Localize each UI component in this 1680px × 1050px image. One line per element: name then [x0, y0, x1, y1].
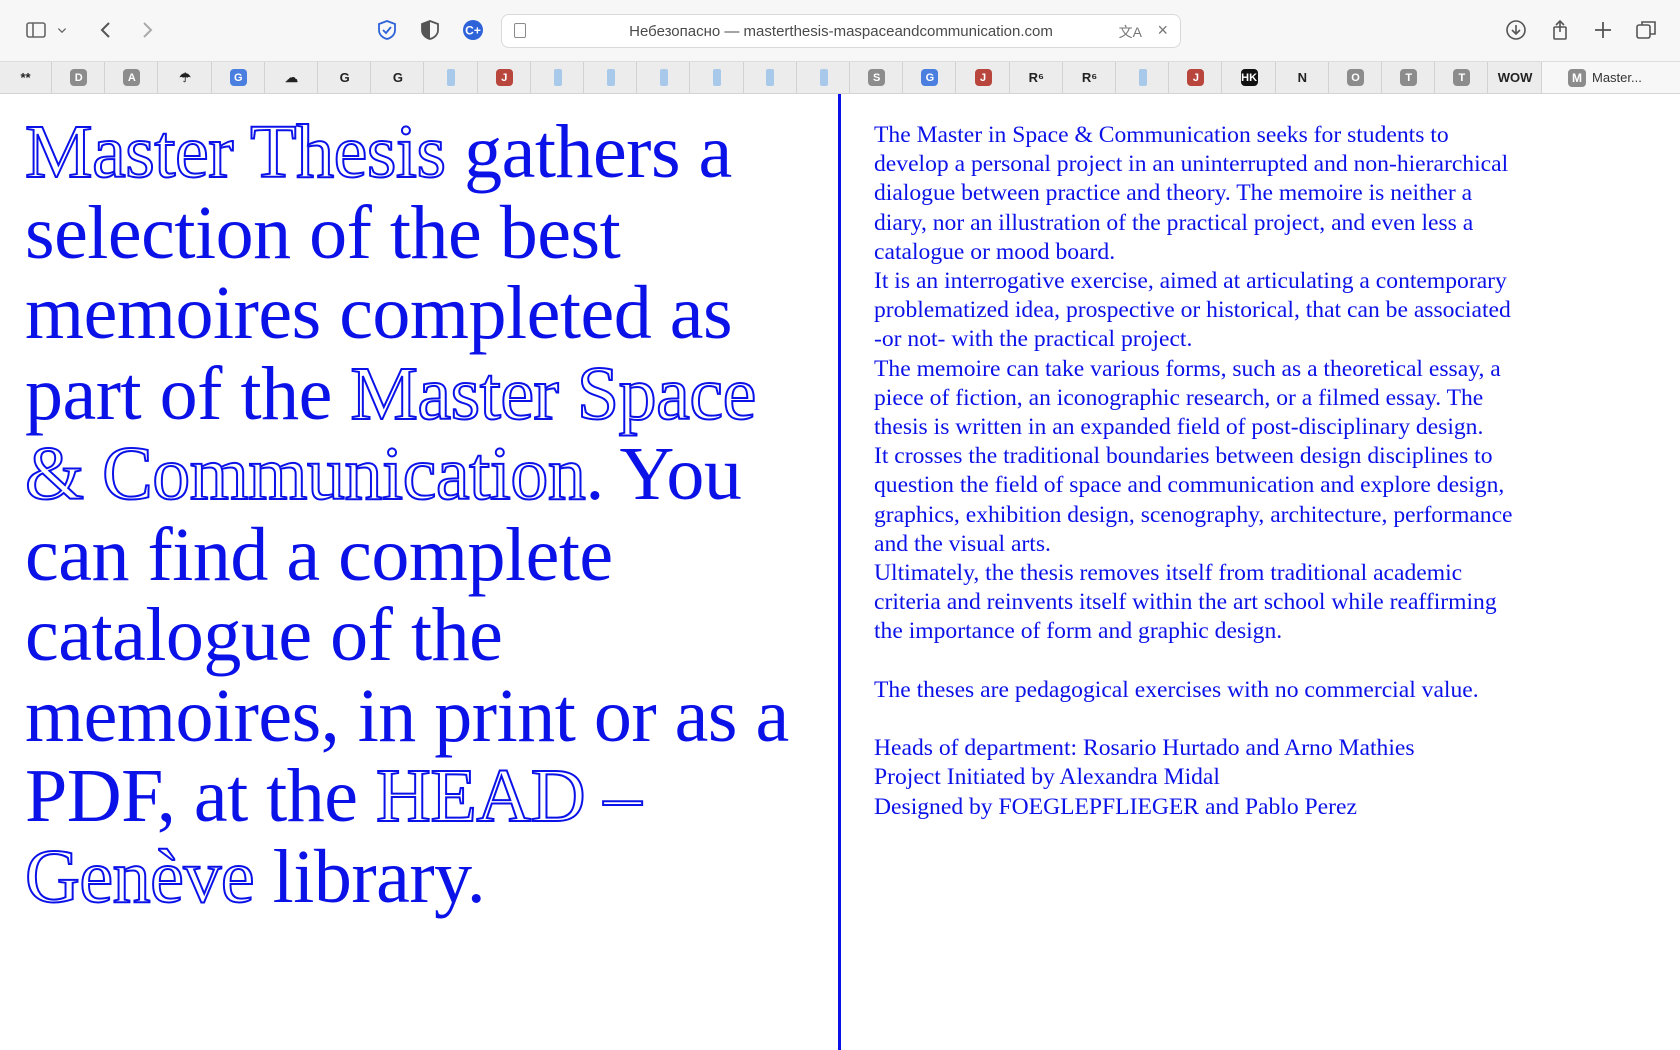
favorite-icon: D: [70, 69, 88, 86]
favorite-icon: R⁶: [1081, 70, 1098, 85]
favorite-icon: G: [392, 70, 403, 85]
intro-statement: Master Thesis gathers a selection of the…: [24, 110, 825, 919]
favorite-item[interactable]: J: [479, 62, 531, 93]
new-tab-icon[interactable]: [1589, 16, 1617, 44]
favorite-icon: T: [1453, 69, 1471, 86]
favorite-item[interactable]: J: [958, 62, 1010, 93]
favorite-icon: [766, 69, 775, 86]
favorite-item[interactable]: G: [213, 62, 265, 93]
address-text: Небезопасно — masterthesis-maspaceandcom…: [629, 22, 1053, 40]
favorite-icon: J: [974, 69, 992, 86]
shield-check-icon[interactable]: [373, 16, 401, 44]
favorite-item[interactable]: T: [1436, 62, 1489, 93]
chevron-down-icon[interactable]: [54, 16, 70, 44]
favorites-bar: ** D A ☂ G ☁ G G J S G J R⁶ R⁶ J HK N O T T WOW M Master...: [0, 62, 1680, 94]
favorite-icon: O: [1347, 69, 1364, 86]
close-icon[interactable]: ×: [1157, 20, 1168, 41]
favorite-icon: [819, 69, 828, 86]
credit-line: Designed by FOEGLEPFLIEGER and Pablo Per…: [874, 793, 1357, 820]
favorite-icon: G: [921, 69, 939, 86]
favorite-item[interactable]: N: [1277, 62, 1329, 93]
favorite-item[interactable]: [745, 62, 797, 93]
page-icon: [514, 23, 526, 38]
favorite-item[interactable]: S: [851, 62, 904, 93]
favorite-icon: T: [1400, 69, 1418, 86]
favorite-item[interactable]: WOW: [1490, 62, 1542, 93]
description-column: The Master in Space & Communication seek…: [874, 121, 1524, 822]
favorite-item[interactable]: T: [1383, 62, 1436, 93]
favorite-item[interactable]: HK: [1224, 62, 1276, 93]
favorite-icon: ☁: [285, 69, 298, 85]
favorite-item[interactable]: **: [0, 62, 52, 93]
forward-icon[interactable]: [133, 16, 161, 44]
favorite-icon: J: [1187, 69, 1205, 86]
tab-label: Master...: [1592, 70, 1642, 85]
download-icon[interactable]: [1502, 16, 1530, 44]
favorite-item[interactable]: R⁶: [1064, 62, 1116, 93]
translate-icon[interactable]: 文A: [1119, 22, 1142, 42]
column-divider: [838, 94, 841, 1050]
favorite-item[interactable]: [638, 62, 691, 93]
favorite-icon: [713, 69, 722, 86]
disclaimer-paragraph: The theses are pedagogical exercises wit…: [874, 676, 1479, 703]
tab-active[interactable]: M Master...: [1542, 62, 1680, 93]
extension-c-icon[interactable]: C+: [459, 16, 487, 44]
favorite-icon: A: [123, 69, 141, 86]
share-icon[interactable]: [1546, 16, 1574, 44]
favorite-item[interactable]: ☂: [160, 62, 212, 93]
favorite-item[interactable]: D: [53, 62, 106, 93]
favorite-item[interactable]: ☁: [266, 62, 318, 93]
favorite-item[interactable]: A: [106, 62, 159, 93]
favorite-item[interactable]: R⁶: [1011, 62, 1063, 93]
favorite-icon: [447, 69, 456, 86]
favorite-item[interactable]: [426, 62, 478, 93]
favorite-icon: R⁶: [1028, 70, 1044, 85]
favorite-item[interactable]: G: [904, 62, 957, 93]
description-paragraph: Ultimately, the thesis removes itself fr…: [874, 560, 1497, 645]
intro-title-outline: Master Thesis: [24, 110, 447, 194]
favorite-item[interactable]: [1117, 62, 1170, 93]
tab-favicon-icon: M: [1568, 68, 1586, 87]
favorite-item[interactable]: [532, 62, 584, 93]
tab-overview-icon[interactable]: [1632, 16, 1660, 44]
favorite-item[interactable]: G: [372, 62, 425, 93]
description-paragraph: The Master in Space & Communication seek…: [874, 122, 1509, 265]
favorite-icon: [1138, 69, 1147, 86]
favorite-icon: **: [20, 70, 31, 85]
favorite-item[interactable]: G: [319, 62, 372, 93]
favorite-icon: N: [1297, 70, 1307, 85]
description-paragraph: It is an interrogative exercise, aimed a…: [874, 268, 1511, 353]
favorite-icon: [606, 69, 615, 86]
back-icon[interactable]: [92, 16, 120, 44]
half-shield-icon[interactable]: [416, 16, 444, 44]
browser-toolbar: C+ Небезопасно — masterthesis-maspaceand…: [0, 0, 1680, 62]
address-bar[interactable]: Небезопасно — masterthesis-maspaceandcom…: [501, 14, 1181, 48]
favorite-item[interactable]: [798, 62, 850, 93]
intro-text: library.: [254, 834, 486, 919]
favorite-icon: J: [495, 69, 513, 86]
favorite-item[interactable]: [692, 62, 744, 93]
credit-line: Heads of department: Rosario Hurtado and…: [874, 735, 1415, 762]
favorite-icon: WOW: [1497, 70, 1533, 85]
favorite-icon: [553, 69, 562, 86]
favorite-item[interactable]: [585, 62, 638, 93]
sidebar-toggle-icon[interactable]: [22, 16, 50, 44]
credit-line: Project Initiated by Alexandra Midal: [874, 764, 1220, 791]
description-paragraph: The memoire can take various forms, such…: [874, 355, 1501, 441]
favorite-item[interactable]: J: [1170, 62, 1223, 93]
favorite-icon: ☂: [179, 69, 191, 85]
favorite-icon: G: [339, 70, 350, 85]
favorite-icon: HK: [1240, 69, 1258, 86]
favorite-icon: [659, 69, 668, 86]
favorite-icon: S: [868, 69, 886, 86]
svg-text:C+: C+: [465, 24, 481, 38]
favorite-icon: G: [229, 69, 247, 86]
description-paragraph: It crosses the traditional boundaries be…: [874, 443, 1513, 557]
favorite-item[interactable]: O: [1330, 62, 1382, 93]
